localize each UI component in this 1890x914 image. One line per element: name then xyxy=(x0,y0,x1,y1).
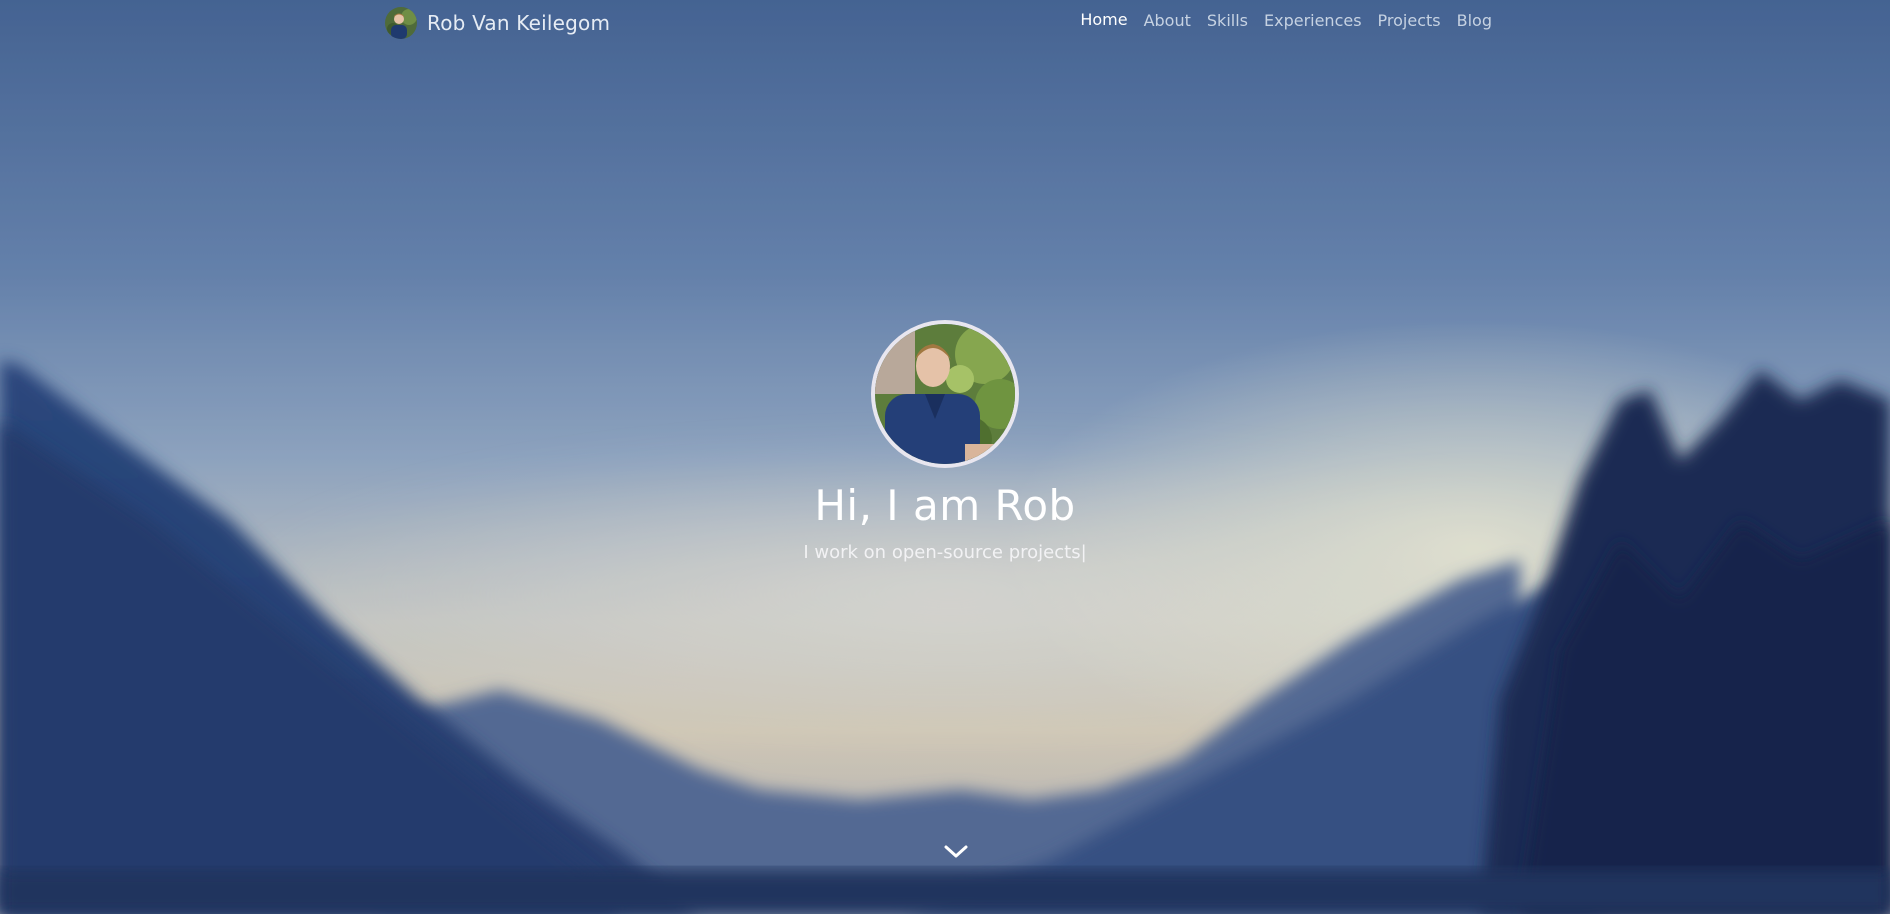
hero-greeting: Hi, I am Rob xyxy=(814,481,1076,530)
hero-section: Rob Van Keilegom Home About Skills Exper… xyxy=(0,0,1890,914)
brand-avatar xyxy=(385,7,417,39)
nav-link-home[interactable]: Home xyxy=(1080,10,1127,29)
nav-menu: Home About Skills Experiences Projects B… xyxy=(1080,10,1492,30)
chevron-down-icon[interactable] xyxy=(943,840,969,862)
nav-link-projects[interactable]: Projects xyxy=(1378,11,1441,30)
profile-photo xyxy=(871,320,1019,468)
nav-link-experiences[interactable]: Experiences xyxy=(1264,11,1362,30)
hero-content: Hi, I am Rob I work on open-source proje… xyxy=(0,320,1890,563)
brand-name: Rob Van Keilegom xyxy=(427,11,611,35)
nav-link-about[interactable]: About xyxy=(1144,11,1191,30)
nav-link-blog[interactable]: Blog xyxy=(1457,11,1492,30)
brand-link[interactable]: Rob Van Keilegom xyxy=(385,7,610,39)
top-navbar: Rob Van Keilegom Home About Skills Exper… xyxy=(0,0,1890,46)
nav-link-skills[interactable]: Skills xyxy=(1207,11,1248,30)
hero-tagline: I work on open-source projects| xyxy=(803,542,1087,563)
